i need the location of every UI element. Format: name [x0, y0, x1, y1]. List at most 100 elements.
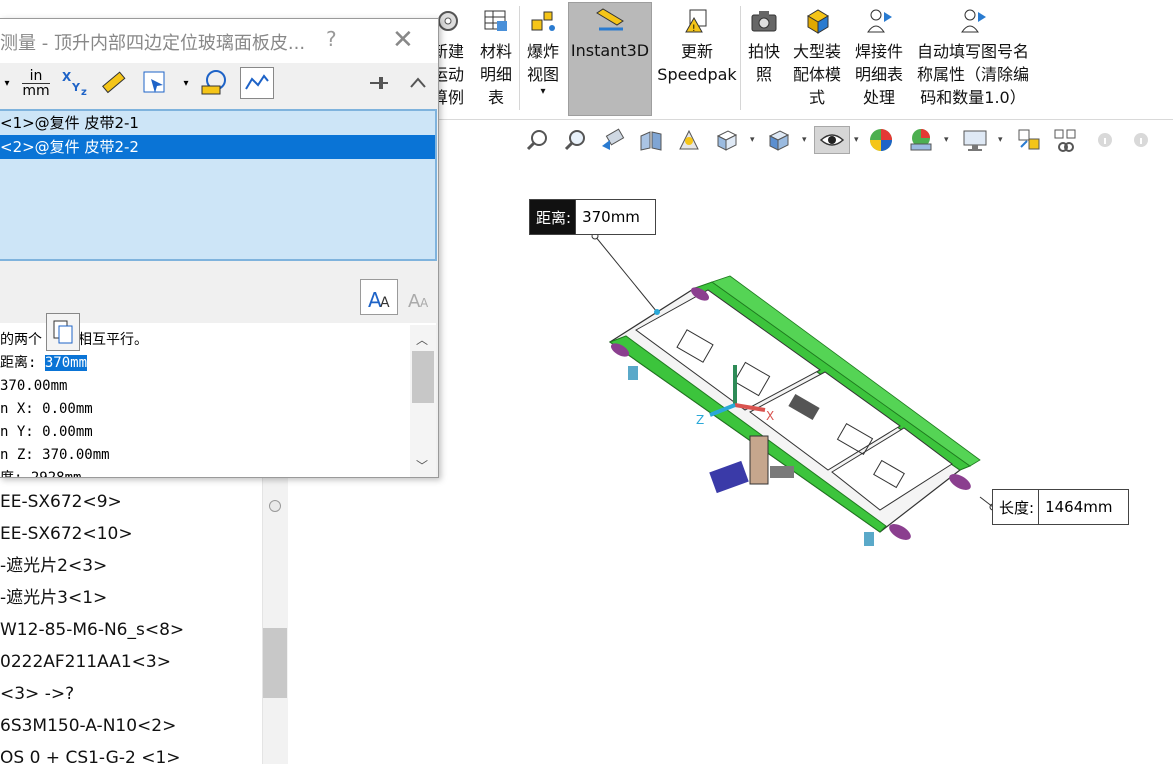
distance-callout-value: 370mm [575, 200, 655, 234]
camera-icon [747, 4, 781, 38]
conveyor-assembly-model[interactable]: X Z [540, 270, 1000, 560]
result-line: n Z: 370.00mm [0, 447, 110, 463]
tree-item[interactable]: W12-85-M6-N6_s<8> [0, 614, 262, 646]
update-speedpak-button[interactable]: ! 更新 Speedpak [656, 4, 738, 116]
help-button[interactable]: ? [326, 27, 337, 51]
distance-label: 距离: [0, 355, 45, 371]
result-text: 的两个 [0, 332, 42, 348]
snapshot-button[interactable]: 拍快 照 [744, 4, 784, 116]
feature-manager-tree: EE-SX672<9> EE-SX672<10> -遮光片2<3> -遮光片3<… [0, 478, 262, 764]
point-to-point-icon[interactable] [98, 67, 128, 99]
user-arrow-icon [956, 4, 990, 38]
result-line: 370.00mm [0, 378, 68, 394]
view-orientation-icon[interactable] [712, 126, 742, 154]
table-icon [479, 4, 513, 38]
hide-show-items-icon[interactable] [814, 126, 850, 154]
axis-z-label: Z [696, 413, 704, 427]
edit-appearance-icon[interactable] [866, 126, 896, 154]
svg-text:Y: Y [71, 81, 81, 94]
instant3d-button[interactable]: Instant3D [568, 2, 652, 116]
scroll-marker[interactable] [269, 500, 281, 512]
tree-item[interactable]: <3> ->? [0, 678, 262, 710]
selection-item-active[interactable]: <2>@复件 皮带2-2 [0, 135, 435, 159]
weldment-bom-button[interactable]: 焊接件 明细表 处理 [850, 4, 908, 116]
increase-font-size-icon[interactable]: AA [360, 279, 398, 315]
length-callout-label: 长度: [993, 490, 1039, 524]
tree-item[interactable]: -遮光片3<1> [0, 582, 262, 614]
info-icon [1126, 126, 1156, 154]
svg-text:!: ! [692, 24, 696, 34]
apply-scene-icon[interactable] [906, 126, 936, 154]
large-assembly-icon [800, 4, 834, 38]
dropdown-arrow-icon[interactable]: ▾ [0, 67, 14, 99]
result-line: 度: 2928mm [0, 467, 436, 477]
ribbon-separator [519, 6, 520, 110]
tree-item[interactable]: OS 0 + CS1-G-2 <1> [0, 742, 262, 764]
explode-icon [526, 4, 560, 38]
zoom-to-fit-icon[interactable] [522, 126, 552, 154]
scroll-up-icon[interactable]: ︿ [416, 331, 428, 348]
xyz-measure-icon[interactable]: XYz [58, 67, 92, 99]
distance-value[interactable]: 370mm [44, 355, 88, 371]
results-scrollbar[interactable]: ︿ ﹀ [410, 325, 436, 477]
result-line: 距离: 370mm [0, 352, 436, 375]
svg-text:z: z [81, 87, 87, 97]
exploded-view-button[interactable]: 爆炸 视图 ▾ [522, 4, 564, 116]
tree-item[interactable]: 6S3M150-A-N10<2> [0, 710, 262, 742]
unit-mm-label: mm [22, 82, 50, 99]
dialog-titlebar[interactable]: 测量 - 顶升内部四边定位玻璃面板皮... ? ✕ [0, 19, 438, 63]
dropdown-arrow-icon[interactable]: ▾ [750, 136, 758, 145]
tree-item[interactable]: 0222AF211AA1<3> [0, 646, 262, 678]
dropdown-arrow-icon[interactable]: ▾ [944, 136, 952, 145]
pin-icon[interactable] [364, 67, 394, 99]
dropdown-arrow-icon[interactable]: ▾ [802, 136, 810, 145]
decrease-font-size-icon[interactable]: AA [402, 279, 436, 315]
units-precision-button[interactable]: in mm [20, 67, 52, 99]
user-arrow-icon [862, 4, 896, 38]
zoom-to-area-icon[interactable] [560, 126, 590, 154]
tree-scrollbar[interactable] [262, 478, 288, 764]
instant3d-icon [593, 3, 627, 37]
scrollbar-thumb[interactable] [263, 628, 287, 698]
measure-history-icon[interactable] [196, 67, 232, 99]
dropdown-arrow-icon[interactable]: ▾ [998, 136, 1006, 145]
large-assembly-mode-button[interactable]: 大型装 配体模 式 [788, 4, 846, 116]
result-text: 相互平行。 [78, 332, 148, 348]
tree-item[interactable]: EE-SX672<9> [0, 486, 262, 518]
dropdown-arrow-icon[interactable]: ▾ [854, 136, 862, 145]
distance-callout[interactable]: 距离: 370mm [529, 199, 657, 235]
auto-fill-properties-button[interactable]: 自动填写图号名 称属性（清除编 码和数量1.0） [912, 4, 1034, 116]
link-view-icon[interactable] [1050, 126, 1080, 154]
previous-view-icon[interactable] [598, 126, 628, 154]
measure-dialog: 测量 - 顶升内部四边定位玻璃面板皮... ? ✕ ▾ in mm XYz ▾ [0, 18, 439, 478]
tree-item[interactable]: EE-SX672<10> [0, 518, 262, 550]
tree-item[interactable]: -遮光片2<3> [0, 550, 262, 582]
display-style-icon[interactable] [764, 126, 794, 154]
scrollbar-thumb[interactable] [412, 351, 434, 403]
scroll-down-icon[interactable]: ﹀ [416, 457, 428, 474]
distance-callout-label: 距离: [530, 200, 576, 234]
ribbon-separator [740, 6, 741, 110]
close-button[interactable]: ✕ [392, 25, 414, 55]
solidworks-window: 新建 运动 算例 材料 明细 表 爆炸 视图 ▾ Instant3D ! 更新 … [0, 0, 1173, 764]
dropdown-arrow-icon: ▾ [540, 86, 546, 97]
svg-text:A: A [420, 296, 429, 310]
info-icon [1090, 126, 1120, 154]
view-settings-icon[interactable] [960, 126, 990, 154]
screen-capture-icon[interactable] [1014, 126, 1044, 154]
dropdown-arrow-icon[interactable]: ▾ [180, 67, 192, 99]
copy-icon[interactable] [46, 313, 80, 351]
dynamic-annotation-icon[interactable] [674, 126, 704, 154]
unit-in-label: in [29, 67, 43, 84]
selections-list[interactable]: <1>@复件 皮带2-1 <2>@复件 皮带2-2 [0, 109, 437, 261]
heads-up-view-toolbar: ▾ ▾ ▾ ▾ ▾ [520, 122, 1170, 158]
bom-button[interactable]: 材料 明细 表 [474, 4, 518, 116]
length-callout[interactable]: 长度: 1464mm [992, 489, 1130, 525]
sensor-icon[interactable] [240, 67, 274, 99]
speedpak-icon: ! [680, 4, 714, 38]
selection-item[interactable]: <1>@复件 皮带2-1 [0, 111, 435, 135]
collapse-chevron-icon[interactable] [404, 67, 432, 99]
select-arrow-icon[interactable] [140, 67, 170, 99]
svg-text:A: A [380, 295, 390, 311]
section-view-icon[interactable] [636, 126, 666, 154]
